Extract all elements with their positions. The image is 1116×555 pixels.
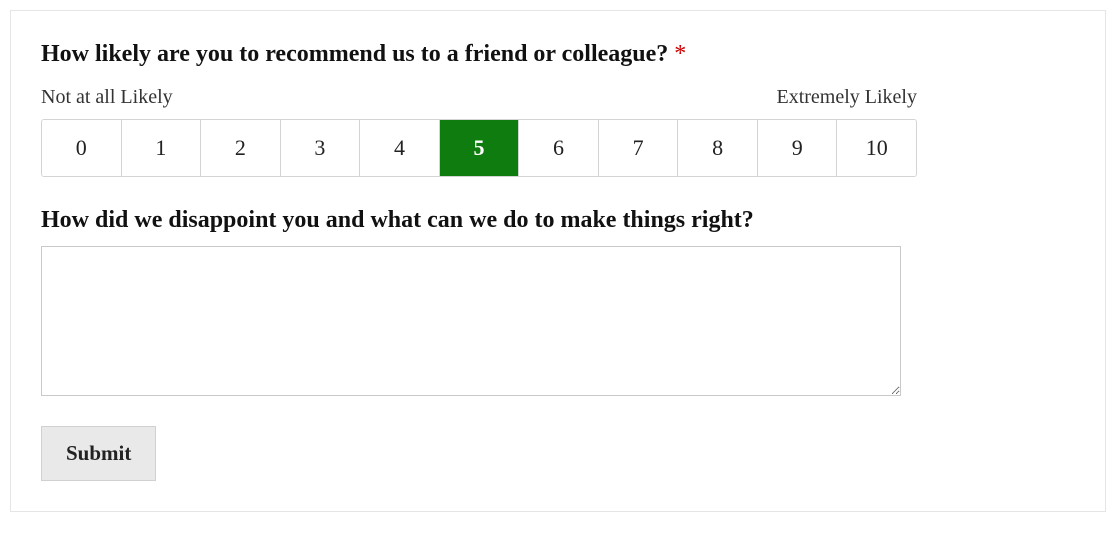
scale-option-10[interactable]: 10 — [837, 120, 916, 176]
scale-option-7[interactable]: 7 — [599, 120, 679, 176]
scale-high-label: Extremely Likely — [776, 86, 917, 109]
scale-anchor-labels: Not at all Likely Extremely Likely — [41, 86, 917, 109]
scale-option-3[interactable]: 3 — [281, 120, 361, 176]
scale-option-4[interactable]: 4 — [360, 120, 440, 176]
required-indicator: * — [674, 41, 686, 67]
submit-button[interactable]: Submit — [41, 426, 156, 481]
feedback-textarea[interactable] — [41, 246, 901, 396]
scale-option-8[interactable]: 8 — [678, 120, 758, 176]
scale-option-2[interactable]: 2 — [201, 120, 281, 176]
feedback-question-label: How did we disappoint you and what can w… — [41, 207, 1075, 234]
nps-scale: 0 1 2 3 4 5 6 7 8 9 10 — [41, 119, 917, 177]
nps-question-text: How likely are you to recommend us to a … — [41, 41, 668, 67]
scale-low-label: Not at all Likely — [41, 86, 173, 109]
scale-option-5[interactable]: 5 — [440, 120, 520, 176]
scale-option-9[interactable]: 9 — [758, 120, 838, 176]
scale-option-1[interactable]: 1 — [122, 120, 202, 176]
scale-option-6[interactable]: 6 — [519, 120, 599, 176]
survey-form: How likely are you to recommend us to a … — [10, 10, 1106, 512]
nps-question-label: How likely are you to recommend us to a … — [41, 41, 1075, 68]
scale-option-0[interactable]: 0 — [42, 120, 122, 176]
